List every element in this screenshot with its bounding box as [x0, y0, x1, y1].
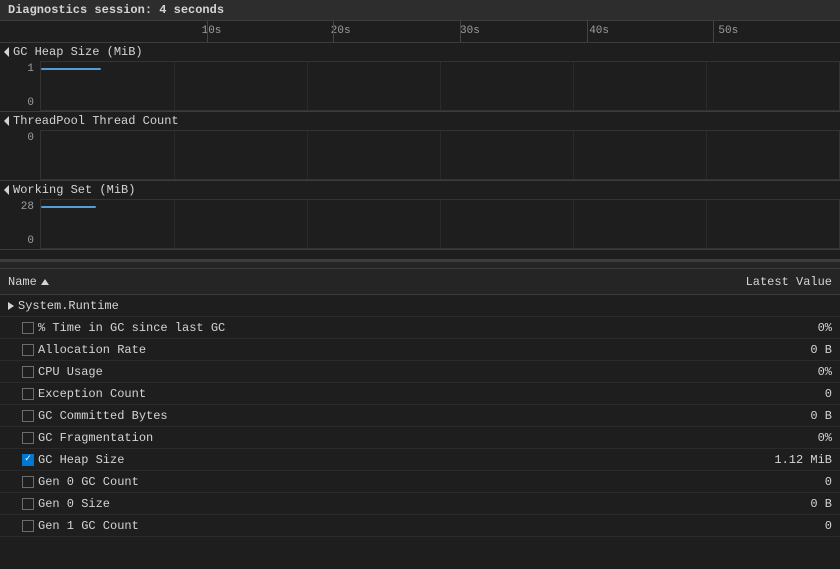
row-value-3: 0 — [732, 387, 832, 401]
working-set-grid — [40, 199, 840, 249]
working-set-title: Working Set (MiB) — [13, 183, 135, 197]
col-name-header[interactable]: Name — [8, 275, 732, 289]
table-row[interactable]: Exception Count 0 — [0, 383, 840, 405]
table-row[interactable]: % Time in GC since last GC 0% — [0, 317, 840, 339]
row-value-2: 0% — [732, 365, 832, 379]
working-set-y-min: 0 — [0, 235, 34, 247]
working-set-section: Working Set (MiB) 28 0 — [0, 181, 840, 250]
row-value-7: 0 — [732, 475, 832, 489]
row-value-9: 0 — [732, 519, 832, 533]
sort-arrow-icon — [41, 279, 49, 285]
working-set-y-max: 28 — [0, 201, 34, 213]
checkbox-3[interactable] — [22, 388, 34, 400]
timeline-ruler: 10s 20s 30s 40s 50s — [0, 21, 840, 43]
category-row[interactable]: System.Runtime — [0, 295, 840, 317]
col-value-header: Latest Value — [732, 275, 832, 289]
row-name-3: Exception Count — [22, 387, 732, 401]
row-name-9: Gen 1 GC Count — [22, 519, 732, 533]
checkbox-9[interactable] — [22, 520, 34, 532]
collapse-icon-threadpool[interactable] — [4, 116, 9, 126]
row-name-4: GC Committed Bytes — [22, 409, 732, 423]
threadpool-title: ThreadPool Thread Count — [13, 114, 179, 128]
row-name-2: CPU Usage — [22, 365, 732, 379]
working-set-header: Working Set (MiB) — [0, 181, 840, 199]
row-name-8: Gen 0 Size — [22, 497, 732, 511]
gc-heap-body: 1 0 — [0, 61, 840, 111]
checkbox-6[interactable] — [22, 454, 34, 466]
checkbox-4[interactable] — [22, 410, 34, 422]
working-set-line — [41, 206, 96, 208]
row-name-6: GC Heap Size — [22, 453, 732, 467]
threadpool-y-labels: 0 — [0, 130, 38, 180]
table-row[interactable]: GC Committed Bytes 0 B — [0, 405, 840, 427]
checkbox-0[interactable] — [22, 322, 34, 334]
collapse-icon-working-set[interactable] — [4, 185, 9, 195]
row-value-5: 0% — [732, 431, 832, 445]
threadpool-y-max: 0 — [0, 132, 34, 144]
name-col-label: Name — [8, 275, 37, 289]
checkbox-5[interactable] — [22, 432, 34, 444]
gc-heap-line — [41, 68, 101, 70]
working-set-body: 28 0 — [0, 199, 840, 249]
expand-icon-category — [8, 302, 14, 310]
gc-heap-section: GC Heap Size (MiB) 1 0 — [0, 43, 840, 112]
row-value-4: 0 B — [732, 409, 832, 423]
table-row[interactable]: Gen 0 Size 0 B — [0, 493, 840, 515]
row-name-0: % Time in GC since last GC — [22, 321, 732, 335]
ruler-labels: 10s 20s 30s 40s 50s — [80, 21, 840, 42]
gc-heap-y-labels: 1 0 — [0, 61, 38, 111]
table-row[interactable]: GC Fragmentation 0% — [0, 427, 840, 449]
row-value-0: 0% — [732, 321, 832, 335]
threadpool-body: 0 — [0, 130, 840, 180]
table-row[interactable]: Gen 0 GC Count 0 — [0, 471, 840, 493]
collapse-icon-gc[interactable] — [4, 47, 9, 57]
checkbox-1[interactable] — [22, 344, 34, 356]
section-divider — [0, 261, 840, 269]
checkbox-2[interactable] — [22, 366, 34, 378]
row-name-5: GC Fragmentation — [22, 431, 732, 445]
row-name-7: Gen 0 GC Count — [22, 475, 732, 489]
session-label: Diagnostics session: 4 seconds — [8, 3, 224, 17]
category-label: System.Runtime — [8, 299, 119, 313]
table-area: Name Latest Value System.Runtime % Time … — [0, 269, 840, 569]
chart-area: 10s 20s 30s 40s 50s GC Heap Size (MiB) 1… — [0, 21, 840, 261]
table-row[interactable]: GC Heap Size 1.12 MiB — [0, 449, 840, 471]
table-row[interactable]: CPU Usage 0% — [0, 361, 840, 383]
threadpool-header: ThreadPool Thread Count — [0, 112, 840, 130]
checkbox-7[interactable] — [22, 476, 34, 488]
table-row[interactable]: Allocation Rate 0 B — [0, 339, 840, 361]
category-name: System.Runtime — [18, 299, 119, 313]
gc-heap-grid — [40, 61, 840, 111]
row-value-6: 1.12 MiB — [732, 453, 832, 467]
table-header: Name Latest Value — [0, 269, 840, 295]
threadpool-grid — [40, 130, 840, 180]
threadpool-section: ThreadPool Thread Count 0 — [0, 112, 840, 181]
gc-heap-y-min: 0 — [0, 97, 34, 109]
gc-heap-title: GC Heap Size (MiB) — [13, 45, 143, 59]
table-row[interactable]: Gen 1 GC Count 0 — [0, 515, 840, 537]
row-name-1: Allocation Rate — [22, 343, 732, 357]
gc-heap-header: GC Heap Size (MiB) — [0, 43, 840, 61]
row-value-1: 0 B — [732, 343, 832, 357]
working-set-y-labels: 28 0 — [0, 199, 38, 249]
diagnostics-bar: Diagnostics session: 4 seconds — [0, 0, 840, 21]
value-col-label: Latest Value — [746, 275, 832, 289]
gc-heap-y-max: 1 — [0, 63, 34, 75]
checkbox-8[interactable] — [22, 498, 34, 510]
row-value-8: 0 B — [732, 497, 832, 511]
